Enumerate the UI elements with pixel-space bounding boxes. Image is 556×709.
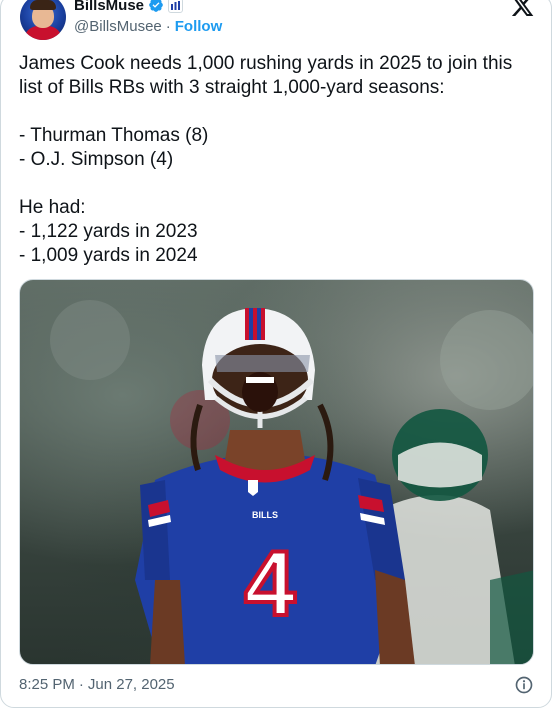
author-display-name[interactable]: BillsMuse bbox=[74, 0, 144, 14]
main-player: BILLS 4 bbox=[135, 308, 415, 664]
x-logo-icon[interactable] bbox=[512, 0, 534, 16]
verified-badge-icon bbox=[149, 0, 163, 12]
meta-separator: · bbox=[78, 676, 84, 693]
author-handle-row: @BillsMusee · Follow bbox=[74, 18, 222, 35]
tweet-photo[interactable]: BILLS 4 bbox=[19, 279, 534, 665]
author-avatar[interactable] bbox=[20, 0, 66, 40]
follow-button[interactable]: Follow bbox=[175, 18, 223, 35]
tweet-text: James Cook needs 1,000 rushing yards in … bbox=[19, 53, 513, 266]
author-name-row: BillsMuse bbox=[74, 0, 184, 15]
author-handle[interactable]: @BillsMusee bbox=[74, 18, 162, 35]
player-celebration-image: BILLS 4 bbox=[50, 300, 533, 664]
info-icon[interactable] bbox=[514, 675, 534, 695]
affiliate-badge-icon[interactable] bbox=[168, 0, 184, 13]
tweet-meta: 8:25 PM · Jun 27, 2025 bbox=[19, 676, 175, 693]
tweet-date[interactable]: Jun 27, 2025 bbox=[88, 676, 175, 693]
handle-separator: · bbox=[165, 18, 171, 35]
tweet-time[interactable]: 8:25 PM bbox=[19, 676, 75, 693]
jersey-text: BILLS bbox=[252, 510, 278, 520]
jersey-number: 4 bbox=[244, 533, 295, 635]
